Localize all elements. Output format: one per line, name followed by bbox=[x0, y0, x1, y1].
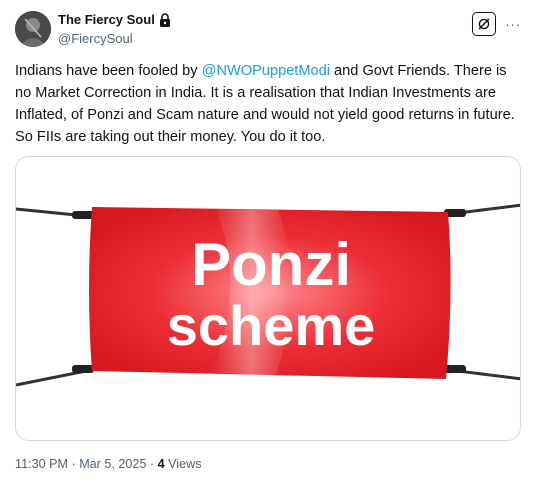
ponzi-scheme-banner-image: Ponzi scheme bbox=[16, 157, 520, 440]
meta-separator: · bbox=[67, 457, 80, 471]
tweet-text-start: Indians have been fooled by bbox=[15, 63, 202, 79]
more-dots-icon[interactable]: ··· bbox=[503, 14, 523, 34]
meta-separator: · bbox=[146, 457, 158, 471]
views-count[interactable]: 4 bbox=[158, 457, 165, 471]
banner-line1: Ponzi bbox=[191, 231, 351, 298]
user-info: The Fiercy Soul @FiercySoul bbox=[58, 11, 171, 47]
handle[interactable]: @FiercySoul bbox=[58, 30, 171, 47]
display-name[interactable]: The Fiercy Soul bbox=[58, 11, 155, 28]
display-name-row[interactable]: The Fiercy Soul bbox=[58, 11, 171, 28]
tweet-text: Indians have been fooled by @NWOPuppetMo… bbox=[15, 60, 525, 148]
tweet-image[interactable]: Ponzi scheme bbox=[15, 156, 521, 441]
lock-icon bbox=[159, 12, 171, 27]
tweet-date[interactable]: Mar 5, 2025 bbox=[79, 457, 146, 471]
tweet-time[interactable]: 11:30 PM bbox=[15, 457, 68, 471]
grok-icon bbox=[478, 18, 490, 30]
mention-link[interactable]: @NWOPuppetModi bbox=[202, 63, 330, 79]
tweet-card: The Fiercy Soul @FiercySoul ··· Indians … bbox=[0, 0, 535, 480]
avatar-image bbox=[15, 11, 51, 47]
views-label: Views bbox=[164, 457, 202, 471]
tweet-meta: 11:30 PM · Mar 5, 2025 · 4 Views bbox=[15, 456, 202, 472]
banner-line2: scheme bbox=[167, 294, 376, 357]
avatar[interactable] bbox=[15, 11, 51, 47]
grok-button[interactable] bbox=[472, 12, 496, 36]
